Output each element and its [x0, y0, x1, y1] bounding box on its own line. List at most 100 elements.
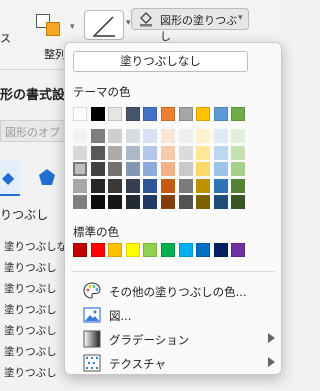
theme-shade-swatch[interactable]	[161, 145, 175, 160]
theme-shade-swatch[interactable]	[231, 162, 246, 176]
theme-color-swatch[interactable]	[196, 107, 211, 121]
theme-shade-swatch[interactable]	[231, 178, 246, 193]
theme-colors-title: テーマの色	[73, 85, 131, 99]
theme-shade-swatch[interactable]	[213, 162, 228, 176]
theme-shade-swatch[interactable]	[161, 195, 175, 209]
standard-color-swatch[interactable]	[178, 243, 193, 257]
theme-color-swatch[interactable]	[178, 107, 193, 121]
fill-option-radio[interactable]: 塗りつぶし	[0, 320, 70, 340]
theme-shade-swatch[interactable]	[143, 145, 158, 160]
theme-shade-swatch[interactable]	[161, 129, 175, 143]
theme-color-swatch[interactable]	[143, 107, 158, 121]
theme-color-swatch[interactable]	[231, 107, 246, 121]
picture-icon	[83, 307, 101, 323]
fill-option-label: 塗りつぶし	[4, 304, 57, 316]
theme-color-swatch[interactable]	[90, 107, 105, 121]
theme-shade-swatch[interactable]	[196, 162, 211, 176]
standard-color-swatch[interactable]	[108, 243, 123, 257]
theme-color-swatch[interactable]	[108, 107, 123, 121]
theme-shade-swatch[interactable]	[143, 178, 158, 193]
fill-option-radio[interactable]: 塗りつぶし	[0, 278, 70, 298]
theme-color-swatch[interactable]	[213, 107, 228, 121]
standard-colors-title: 標準の色	[73, 225, 119, 239]
theme-shade-swatch[interactable]	[90, 178, 105, 193]
standard-color-swatch[interactable]	[196, 243, 211, 257]
theme-shade-swatch[interactable]	[90, 195, 105, 209]
fill-option-radio[interactable]: 塗りつぶし	[0, 257, 70, 277]
standard-color-swatch[interactable]	[73, 243, 87, 257]
theme-shade-swatch[interactable]	[143, 129, 158, 143]
theme-shade-swatch[interactable]	[108, 178, 123, 193]
theme-shade-swatch[interactable]	[196, 195, 211, 209]
standard-color-swatch[interactable]	[231, 243, 246, 257]
fill-option-label: 塗りつぶし	[4, 367, 57, 379]
theme-shade-swatch[interactable]	[231, 145, 246, 160]
theme-shade-swatch[interactable]	[161, 178, 175, 193]
theme-shade-swatch[interactable]	[73, 195, 87, 209]
fill-option-radio[interactable]: 塗りつぶし	[0, 362, 70, 382]
theme-shade-swatch[interactable]	[213, 129, 228, 143]
shape-fill-button[interactable]: 図形の塗りつぶし ▾	[131, 8, 249, 43]
theme-shade-swatch[interactable]	[125, 195, 140, 209]
fill-option-radio[interactable]: 塗りつぶし	[0, 299, 70, 319]
theme-shade-swatch[interactable]	[213, 178, 228, 193]
fill-option-radio[interactable]: 塗りつぶしな	[0, 236, 70, 256]
theme-shade-swatch[interactable]	[178, 129, 193, 143]
texture-item[interactable]: テクスチャ	[73, 353, 275, 373]
theme-shade-swatch[interactable]	[178, 162, 193, 176]
theme-shade-swatch[interactable]	[178, 178, 193, 193]
pentagon-icon[interactable]	[38, 168, 56, 186]
theme-shade-swatch[interactable]	[125, 162, 140, 176]
chevron-down-icon[interactable]: ▾	[126, 18, 131, 28]
theme-color-swatch[interactable]	[161, 107, 175, 121]
picture-fill-item[interactable]: 図...	[73, 305, 275, 325]
no-fill-button[interactable]: 塗りつぶしなし	[73, 51, 248, 72]
gradient-icon	[83, 330, 101, 348]
shape-fill-label: 図形の塗りつぶし	[160, 14, 238, 43]
theme-shade-swatch[interactable]	[73, 178, 87, 193]
theme-shade-swatch[interactable]	[73, 162, 87, 176]
theme-shade-swatch[interactable]	[196, 129, 211, 143]
theme-shade-swatch[interactable]	[125, 145, 140, 160]
theme-shade-swatch[interactable]	[161, 162, 175, 176]
theme-shade-swatch[interactable]	[73, 129, 87, 143]
theme-shade-swatch[interactable]	[90, 162, 105, 176]
standard-color-swatch[interactable]	[161, 243, 175, 257]
fill-option-radio[interactable]: 塗りつぶし	[0, 341, 70, 361]
theme-shade-swatch[interactable]	[108, 129, 123, 143]
theme-shade-swatch[interactable]	[90, 145, 105, 160]
theme-shade-swatch[interactable]	[90, 129, 105, 143]
theme-shade-swatch[interactable]	[108, 195, 123, 209]
theme-shade-swatch[interactable]	[196, 145, 211, 160]
theme-shade-swatch[interactable]	[231, 195, 246, 209]
tab-fill-line[interactable]: ◆	[0, 160, 20, 196]
theme-shade-swatch[interactable]	[73, 145, 87, 160]
standard-color-swatch[interactable]	[90, 243, 105, 257]
chevron-down-icon: ▾	[70, 22, 75, 32]
theme-color-swatch[interactable]	[73, 107, 87, 121]
theme-shade-swatch[interactable]	[143, 162, 158, 176]
theme-shade-swatch[interactable]	[108, 162, 123, 176]
theme-shade-swatch[interactable]	[213, 195, 228, 209]
theme-shade-swatch[interactable]	[196, 178, 211, 193]
fill-option-label: 塗りつぶしな	[4, 241, 68, 253]
standard-color-swatch[interactable]	[125, 243, 140, 257]
more-fill-colors-item[interactable]: その他の塗りつぶしの色...	[73, 281, 275, 301]
theme-shade-swatch[interactable]	[108, 145, 123, 160]
theme-shade-swatch[interactable]	[143, 195, 158, 209]
theme-shade-swatch[interactable]	[125, 129, 140, 143]
theme-shade-swatch[interactable]	[178, 145, 193, 160]
standard-color-swatch[interactable]	[213, 243, 228, 257]
shape-options-search[interactable]: 図形のオプ	[0, 120, 70, 142]
theme-shade-swatch[interactable]	[213, 145, 228, 160]
gradient-item[interactable]: グラデーション	[73, 329, 275, 349]
theme-shade-swatch[interactable]	[231, 129, 246, 143]
theme-color-swatch[interactable]	[125, 107, 140, 121]
theme-shade-swatch[interactable]	[178, 195, 193, 209]
pane-tabs: ◆	[0, 160, 70, 200]
submenu-arrow-icon	[268, 333, 275, 343]
ribbon-edge-label: ス	[0, 32, 11, 45]
theme-shade-swatch[interactable]	[125, 178, 140, 193]
standard-color-swatch[interactable]	[143, 243, 158, 257]
quick-styles-button[interactable]	[84, 10, 124, 40]
